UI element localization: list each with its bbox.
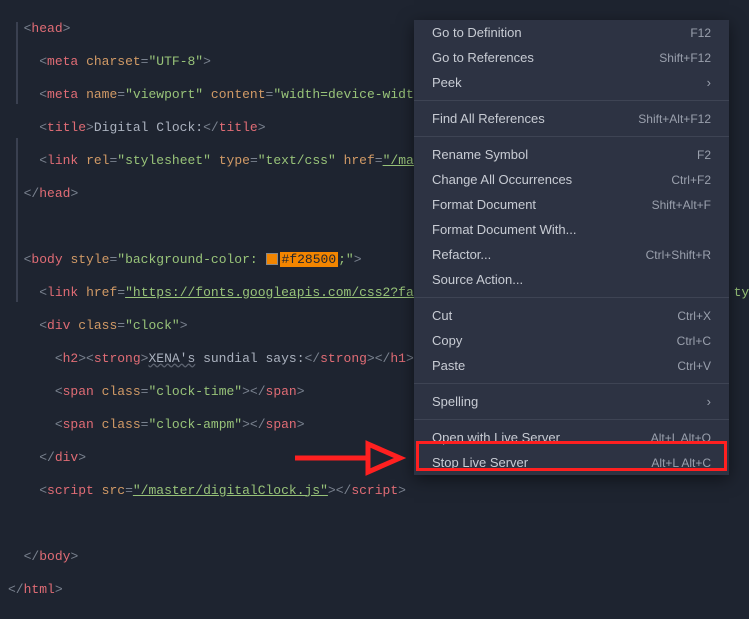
menu-copy[interactable]: CopyCtrl+C [414, 328, 729, 353]
fold-guide [16, 138, 18, 302]
menu-peek[interactable]: Peek› [414, 70, 729, 95]
context-menu: Go to DefinitionF12 Go to ReferencesShif… [414, 20, 729, 475]
code-line: </body> [8, 549, 741, 566]
menu-open-with-live-server[interactable]: Open with Live ServerAlt+L Alt+O [414, 425, 729, 450]
menu-separator [414, 100, 729, 101]
code-line: <script src="/master/digitalClock.js"></… [8, 483, 741, 500]
chevron-right-icon: › [707, 394, 711, 409]
menu-format-document-with[interactable]: Format Document With... [414, 217, 729, 242]
menu-refactor[interactable]: Refactor...Ctrl+Shift+R [414, 242, 729, 267]
menu-go-to-definition[interactable]: Go to DefinitionF12 [414, 20, 729, 45]
menu-go-to-references[interactable]: Go to ReferencesShift+F12 [414, 45, 729, 70]
menu-format-document[interactable]: Format DocumentShift+Alt+F [414, 192, 729, 217]
menu-separator [414, 136, 729, 137]
menu-separator [414, 419, 729, 420]
menu-find-all-references[interactable]: Find All ReferencesShift+Alt+F12 [414, 106, 729, 131]
menu-spelling[interactable]: Spelling› [414, 389, 729, 414]
menu-paste[interactable]: PasteCtrl+V [414, 353, 729, 378]
code-line [8, 516, 741, 533]
menu-separator [414, 297, 729, 298]
menu-stop-live-server[interactable]: Stop Live ServerAlt+L Alt+C [414, 450, 729, 475]
menu-cut[interactable]: CutCtrl+X [414, 303, 729, 328]
color-hex-highlight: #f28500 [280, 252, 339, 267]
chevron-right-icon: › [707, 75, 711, 90]
menu-rename-symbol[interactable]: Rename SymbolF2 [414, 142, 729, 167]
menu-source-action[interactable]: Source Action... [414, 267, 729, 292]
color-swatch-icon [266, 253, 278, 265]
fold-guide [16, 22, 18, 104]
menu-separator [414, 383, 729, 384]
menu-change-all-occurrences[interactable]: Change All OccurrencesCtrl+F2 [414, 167, 729, 192]
code-line: </html> [8, 582, 741, 599]
